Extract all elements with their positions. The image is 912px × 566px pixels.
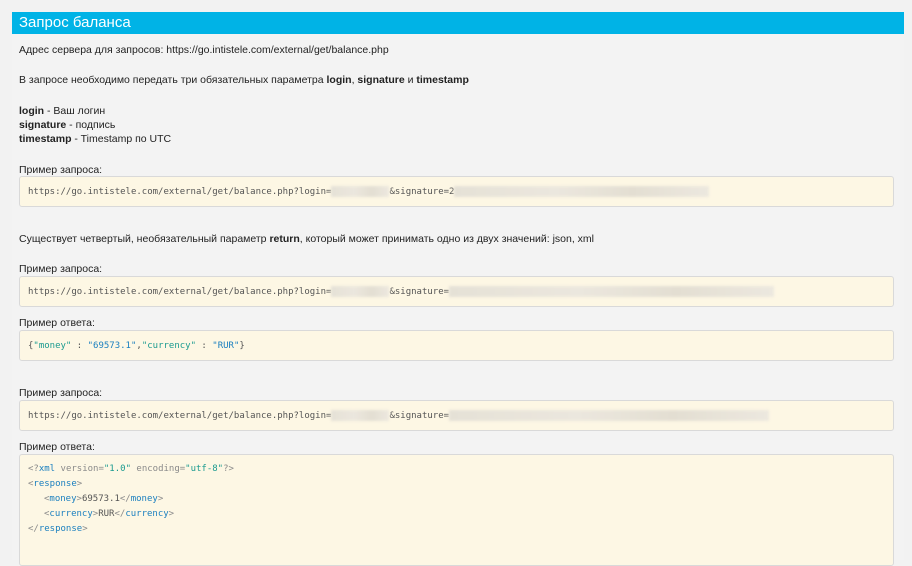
xml-currency-line: <currency>RUR</currency> [44,509,175,519]
xml-money-line: <money>69573.1</money> [44,494,164,504]
param-signature: signature [357,74,405,86]
xml-declaration: <?xml version="1.0" encoding="utf-8"?> [28,464,234,474]
page-title: Запрос баланса [19,14,131,31]
redacted-signature [449,286,775,297]
xml-response-close: </response> [28,524,88,534]
example2-json-response: {"money" : "69573.1","currency" : "RUR"} [19,330,894,361]
example1-request-code: https://go.intistele.com/external/get/ba… [19,176,894,207]
example2-label: Пример запроса: [19,263,103,275]
example2-request-code: https://go.intistele.com/external/get/ba… [19,276,894,307]
example2-response-label: Пример ответа: [19,317,95,329]
param-desc-timestamp: timestamp - Timestamp по UTC [19,133,172,145]
param-timestamp: timestamp [416,74,469,86]
redacted-login [331,410,390,421]
xml-response-open: <response> [28,479,83,489]
param-login: login [326,74,352,86]
param-desc-login: login - Ваш логин [19,105,106,117]
panel-header: Запрос баланса [12,12,904,34]
example3-response-label: Пример ответа: [19,441,95,453]
redacted-login [331,186,390,197]
server-address-text: Адрес сервера для запросов: https://go.i… [19,44,389,56]
example3-label: Пример запроса: [19,387,103,399]
example3-request-code: https://go.intistele.com/external/get/ba… [19,400,894,431]
required-params-text: В запросе необходимо передать три обязат… [19,74,469,86]
redacted-login [331,286,390,297]
param-return: return [269,233,300,245]
balance-request-panel: Запрос баланса Адрес сервера для запросо… [12,12,904,566]
param-desc-signature: signature - подпись [19,119,116,131]
redacted-signature [449,410,770,421]
example3-xml-response: <?xml version="1.0" encoding="utf-8"?> <… [19,454,894,566]
redacted-signature [454,186,710,197]
example1-url: https://go.intistele.com/external/get/ba… [28,187,332,197]
optional-param-text: Существует четвертый, необязательный пар… [19,233,595,245]
example1-label: Пример запроса: [19,164,103,176]
